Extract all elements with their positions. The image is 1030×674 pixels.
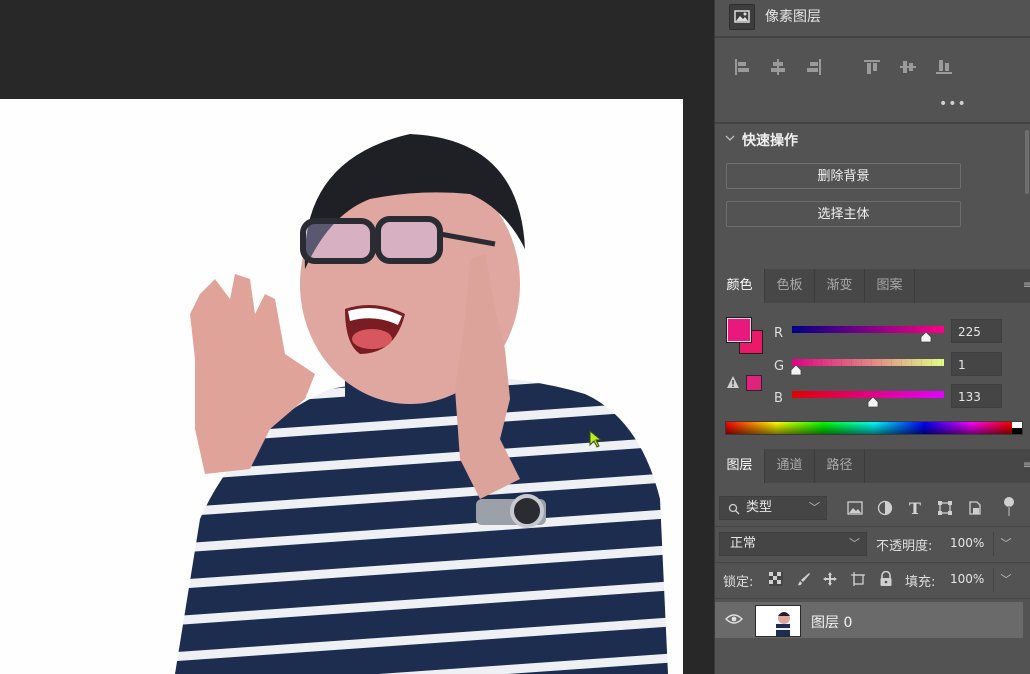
more-options-icon[interactable]: ••• [939,96,967,112]
r-value-input[interactable]: 225 [951,319,1002,343]
slider-blue[interactable]: B 133 [715,384,1030,413]
blend-mode-value: 正常 [730,536,757,551]
align-top-icon[interactable] [861,56,883,78]
tab-gradients[interactable]: 渐变 [815,269,865,303]
spectrum-bw-swatch[interactable] [1012,422,1022,434]
cursor-icon [589,429,603,452]
search-icon [728,503,740,515]
layer-thumbnail[interactable] [755,605,801,637]
color-panel-tabs: 颜色 色板 渐变 图案 ≡ [715,269,1030,303]
layer-row[interactable]: 图层 0 [715,602,1023,638]
align-right-icon[interactable] [803,56,825,78]
layer-filter-label: 类型 [746,500,773,515]
opacity-value[interactable]: 100% [950,536,984,550]
tab-paths[interactable]: 路径 [815,449,865,483]
lock-label: 锁定: [723,575,754,590]
right-panels: 像素图层 ••• 快速操作 删除背景 选择主体 颜色 色板 渐变 图案 ≡ R … [714,0,1030,674]
align-left-icon[interactable] [731,56,753,78]
align-bottom-icon[interactable] [933,56,955,78]
properties-title: 像素图层 [765,9,821,25]
divider [715,598,1030,599]
select-subject-button[interactable]: 选择主体 [726,201,961,227]
filter-adjustment-icon[interactable] [875,498,895,518]
tab-patterns[interactable]: 图案 [865,269,915,303]
lock-image-pixels-icon[interactable] [795,570,813,588]
lock-position-icon[interactable] [821,570,839,588]
tab-color[interactable]: 颜色 [715,269,765,303]
divider [715,122,1030,124]
panel-menu-icon[interactable]: ≡ [1023,460,1030,471]
chevron-down-icon: ﹀ [849,537,860,550]
scrollbar[interactable] [1025,130,1029,194]
channel-label-r: R [774,326,784,341]
channel-label-b: B [774,391,783,406]
fill-value[interactable]: 100% [950,572,984,586]
fill-chevron-icon[interactable]: ﹀ [993,568,1018,592]
tab-swatches[interactable]: 色板 [765,269,815,303]
slider-green[interactable]: G 1 [715,352,1030,381]
slider-red[interactable]: R 225 [715,319,1030,348]
align-center-h-icon[interactable] [767,56,789,78]
filter-smartobject-icon[interactable] [965,498,985,518]
chevron-down-icon[interactable] [725,132,735,147]
layer-filter-dropdown[interactable]: 类型 ﹀ [719,496,827,520]
lock-all-icon[interactable] [877,570,895,588]
slider-track-g[interactable] [792,359,944,366]
quick-actions-title: 快速操作 [742,133,798,149]
filter-type-icon[interactable]: T [905,498,925,518]
align-toolbar [715,52,1030,82]
blend-mode-dropdown[interactable]: 正常 ﹀ [719,532,867,556]
lock-artboard-icon[interactable] [849,570,867,588]
document-image[interactable] [0,99,683,674]
opacity-chevron-icon[interactable]: ﹀ [993,532,1018,556]
remove-background-button[interactable]: 删除背景 [726,163,961,189]
canvas-area[interactable] [0,0,714,674]
eye-visibility-icon[interactable] [725,613,743,629]
g-value-input[interactable]: 1 [951,352,1002,376]
divider [715,562,1030,563]
align-middle-v-icon[interactable] [897,56,919,78]
pixel-layer-icon [729,4,755,30]
layer-name[interactable]: 图层 0 [811,612,852,632]
b-value-input[interactable]: 133 [951,384,1002,408]
tab-layers[interactable]: 图层 [715,449,765,483]
properties-header: 像素图层 [715,0,1030,34]
lock-transparent-pixels-icon[interactable] [767,570,785,588]
layers-panel-tabs: 图层 通道 路径 ≡ [715,449,1030,483]
filter-toggle-stem [1008,506,1010,516]
filter-pixel-icon[interactable] [845,498,865,518]
filter-shape-icon[interactable] [935,498,955,518]
divider [715,526,1030,527]
opacity-label: 不透明度: [876,539,933,554]
fill-label: 填充: [905,575,936,590]
photo-laughing-man [175,134,668,674]
color-spectrum-bar[interactable] [725,421,1023,435]
chevron-down-icon: ﹀ [809,501,820,514]
tab-channels[interactable]: 通道 [765,449,815,483]
panel-menu-icon[interactable]: ≡ [1023,280,1030,291]
channel-label-g: G [774,359,785,374]
divider [715,36,1030,38]
